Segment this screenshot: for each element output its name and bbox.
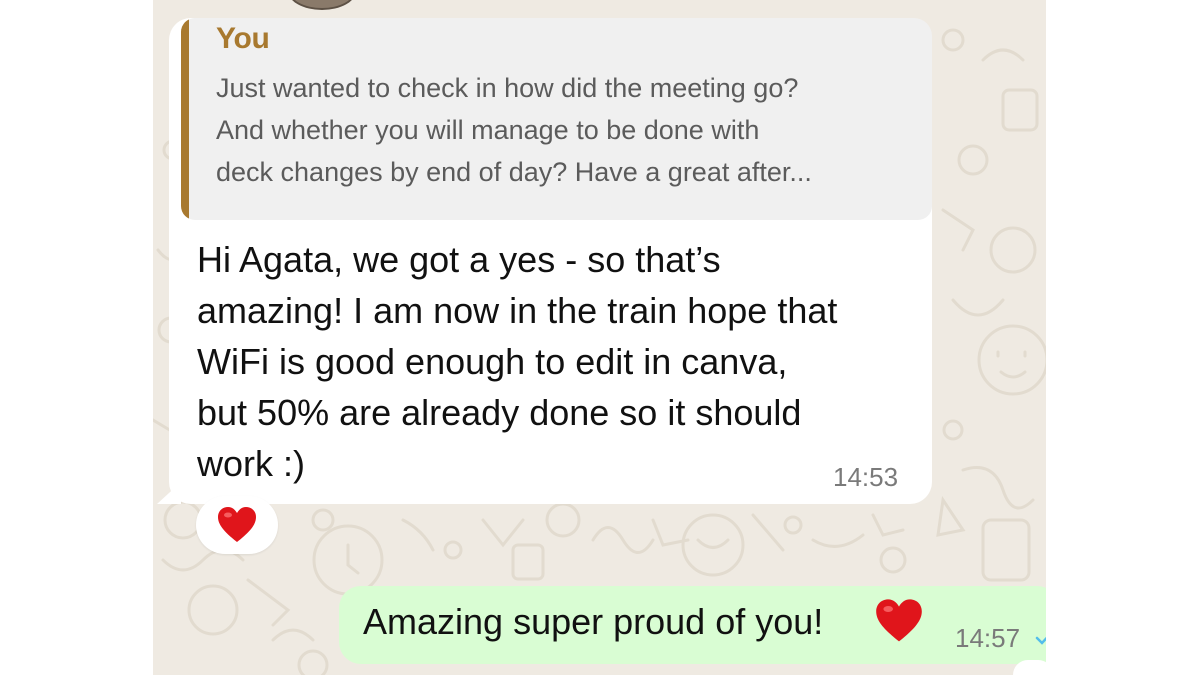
outgoing-message-text: Amazing super proud of you! [363, 601, 824, 642]
chat-area[interactable]: You Just wanted to check in how did the … [153, 0, 1046, 675]
message-timestamp: 14:57 [955, 623, 1021, 653]
reaction-badge[interactable] [196, 496, 278, 554]
quoted-line: Just wanted to check in how did the meet… [216, 73, 799, 103]
message-text-line: but 50% are already done so it should [197, 392, 802, 433]
red-heart-icon [218, 507, 256, 542]
outgoing-message-bubble[interactable]: Amazing super proud of you! 14:57 [339, 586, 1046, 664]
quote-accent-bar [181, 18, 189, 220]
message-text-line: work :) [197, 443, 305, 484]
quoted-author: You [216, 22, 270, 55]
quoted-reply[interactable]: You Just wanted to check in how did the … [181, 18, 932, 220]
message-text-line: WiFi is good enough to edit in canva, [197, 341, 788, 382]
quoted-line: deck changes by end of day? Have a great… [216, 157, 812, 187]
incoming-message-bubble[interactable]: You Just wanted to check in how did the … [169, 18, 932, 504]
message-timestamp: 14:53 [833, 462, 899, 492]
message-text-line: Hi Agata, we got a yes - so that’s [197, 239, 721, 280]
quoted-line: And whether you will manage to be done w… [216, 115, 760, 145]
red-heart-icon [876, 599, 922, 642]
message-text-line: amazing! I am now in the train hope that [197, 290, 838, 331]
reaction-badge-partial[interactable] [1013, 660, 1046, 675]
read-tick-icon [1035, 636, 1046, 645]
